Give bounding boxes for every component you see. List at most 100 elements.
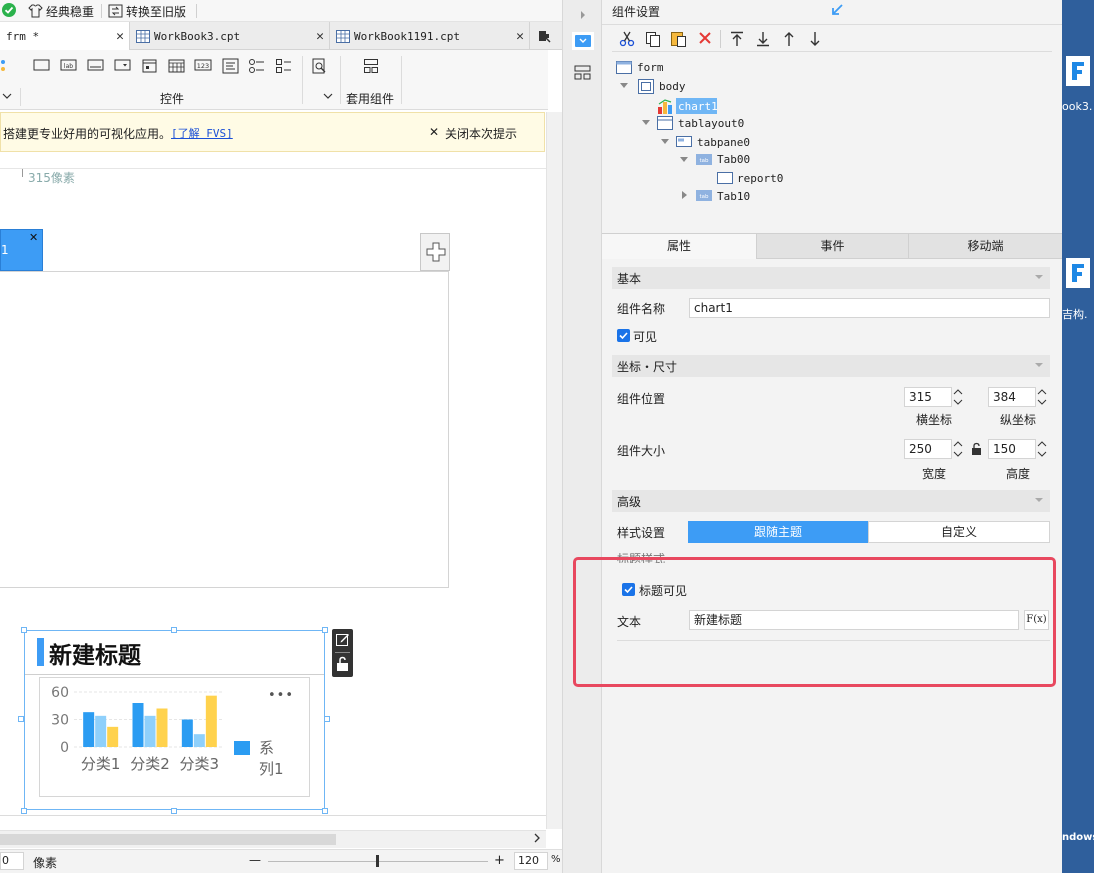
chevron-right-icon[interactable] — [533, 832, 541, 844]
resize-handle[interactable] — [171, 808, 177, 814]
tree-node-chart1[interactable]: chart1 — [657, 97, 777, 115]
copy-icon[interactable] — [645, 31, 661, 47]
label-widget-icon[interactable]: lab — [60, 58, 77, 72]
title-text-input[interactable]: 新建标题 — [689, 610, 1019, 630]
layout-icon[interactable] — [574, 65, 591, 80]
chevron-down-icon[interactable] — [1034, 495, 1044, 505]
unlock-ratio-icon[interactable] — [971, 442, 982, 456]
section-coords-header[interactable]: 坐标・尺寸 — [612, 355, 1050, 377]
horizontal-scrollbar[interactable] — [0, 830, 546, 848]
tab-list-icon[interactable] — [537, 29, 551, 43]
template-widget-icon[interactable] — [363, 58, 379, 74]
search-widget-icon[interactable] — [311, 58, 328, 74]
tab-frm[interactable]: frm * ✕ — [0, 22, 130, 50]
height-stepper[interactable] — [1035, 439, 1049, 459]
widget-name-input[interactable]: chart1 — [689, 298, 1050, 318]
scroll-thumb[interactable] — [0, 834, 336, 845]
text-field-widget-icon[interactable] — [87, 58, 104, 72]
vertical-scrollbar[interactable] — [546, 112, 562, 829]
tree-node-tablayout0[interactable]: tablayout0 — [642, 115, 842, 131]
resize-handle[interactable] — [324, 716, 330, 722]
tab-events[interactable]: 事件 — [756, 234, 908, 259]
learn-fvs-link[interactable]: [了解 FVS] — [171, 125, 233, 141]
move-bottom-icon[interactable] — [756, 31, 770, 47]
design-canvas[interactable]: 315像素 1 ✕ 新建标题 60 30 0 分类1 分类2 分类3 系列1 ••• — [0, 153, 546, 829]
tree-node-tabpane0[interactable]: tabpane0 — [661, 134, 861, 150]
paste-icon[interactable] — [670, 30, 687, 47]
chart-widget[interactable]: 新建标题 60 30 0 分类1 分类2 分类3 系列1 ••• — [24, 630, 325, 810]
classic-theme-button[interactable]: 经典稳重 — [28, 2, 94, 20]
tree-node-tab00[interactable]: tab Tab00 — [680, 152, 880, 168]
edit-icon[interactable] — [335, 632, 350, 647]
dropdown-widget-icon[interactable] — [114, 58, 131, 72]
tree-expanded-icon[interactable] — [680, 157, 688, 163]
height-input[interactable]: 150 — [988, 439, 1036, 459]
width-stepper[interactable] — [951, 439, 965, 459]
tree-collapsed-icon[interactable] — [682, 191, 688, 199]
tab-mobile[interactable]: 移动端 — [908, 234, 1062, 259]
section-basic-header[interactable]: 基本 — [612, 267, 1050, 289]
tree-expanded-icon[interactable] — [661, 139, 669, 145]
x-coordinate-input[interactable]: 315 — [904, 387, 952, 407]
palette-icon[interactable] — [0, 58, 8, 74]
finereport-file-icon[interactable] — [1066, 56, 1090, 86]
y-coordinate-input[interactable]: 384 — [988, 387, 1036, 407]
tree-node-form[interactable]: form — [616, 60, 816, 76]
tree-node-body[interactable]: body — [620, 79, 820, 95]
checkbox-group-widget-icon[interactable] — [275, 58, 292, 74]
dock-arrow-icon[interactable] — [830, 3, 844, 17]
tab-header-selected[interactable]: 1 ✕ — [0, 229, 43, 271]
tab-properties[interactable]: 属性 — [602, 234, 756, 259]
close-icon[interactable]: ✕ — [116, 29, 124, 44]
date-widget-icon[interactable] — [141, 58, 158, 74]
tree-node-tab10[interactable]: tab Tab10 — [682, 188, 882, 204]
cut-icon[interactable] — [619, 31, 635, 47]
tab-workbook3[interactable]: WorkBook3.cpt ✕ — [130, 22, 330, 50]
resize-handle[interactable] — [21, 627, 27, 633]
textarea-widget-icon[interactable] — [222, 58, 239, 74]
tab-workbook1191[interactable]: WorkBook1191.cpt ✕ — [330, 22, 530, 50]
close-notice-button[interactable]: ✕ — [429, 125, 439, 139]
add-tab-button[interactable] — [420, 233, 450, 271]
tree-expanded-icon[interactable] — [642, 120, 650, 126]
chevron-down-icon[interactable] — [1034, 272, 1044, 282]
tab-content-area[interactable] — [0, 272, 449, 588]
chevron-down-icon[interactable] — [1034, 360, 1044, 370]
resize-handle[interactable] — [18, 716, 24, 722]
visible-checkbox[interactable] — [617, 329, 630, 342]
finereport-file-icon[interactable] — [1066, 258, 1090, 288]
delete-icon[interactable] — [698, 31, 712, 45]
follow-theme-button[interactable]: 跟随主题 — [688, 521, 868, 543]
zoom-out-button[interactable]: — — [249, 853, 261, 867]
calendar-widget-icon[interactable] — [168, 58, 185, 74]
unlock-icon[interactable] — [336, 656, 349, 672]
resize-handle[interactable] — [171, 627, 177, 633]
tree-expanded-icon[interactable] — [620, 83, 628, 89]
chevron-down-icon[interactable] — [2, 92, 12, 100]
x-coordinate-stepper[interactable] — [951, 387, 965, 407]
section-advanced-header[interactable]: 高级 — [612, 490, 1050, 512]
close-notice-label[interactable]: 关闭本次提示 — [445, 125, 517, 142]
more-options-icon[interactable]: ••• — [268, 688, 294, 703]
button-widget-icon[interactable] — [33, 58, 50, 72]
zoom-input[interactable]: 120 — [514, 852, 548, 870]
move-down-icon[interactable] — [808, 31, 822, 47]
convert-old-version-button[interactable]: 转换至旧版 — [108, 2, 186, 20]
grid-size-input[interactable]: 0 — [0, 852, 24, 870]
y-coordinate-stepper[interactable] — [1035, 387, 1049, 407]
resize-handle[interactable] — [322, 627, 328, 633]
radio-group-widget-icon[interactable] — [248, 58, 265, 74]
move-up-icon[interactable] — [782, 31, 796, 47]
resize-handle[interactable] — [21, 808, 27, 814]
number-widget-icon[interactable]: 123 — [194, 58, 212, 72]
tree-node-report0[interactable]: report0 — [717, 170, 917, 186]
close-icon[interactable]: ✕ — [29, 231, 38, 244]
zoom-slider-handle[interactable] — [376, 855, 379, 867]
close-icon[interactable]: ✕ — [516, 29, 524, 44]
move-top-icon[interactable] — [730, 31, 744, 47]
width-input[interactable]: 250 — [904, 439, 952, 459]
widget-settings-toggle[interactable] — [572, 32, 594, 50]
zoom-in-button[interactable]: + — [494, 853, 505, 868]
title-visible-checkbox[interactable] — [622, 583, 635, 596]
close-icon[interactable]: ✕ — [316, 29, 324, 44]
